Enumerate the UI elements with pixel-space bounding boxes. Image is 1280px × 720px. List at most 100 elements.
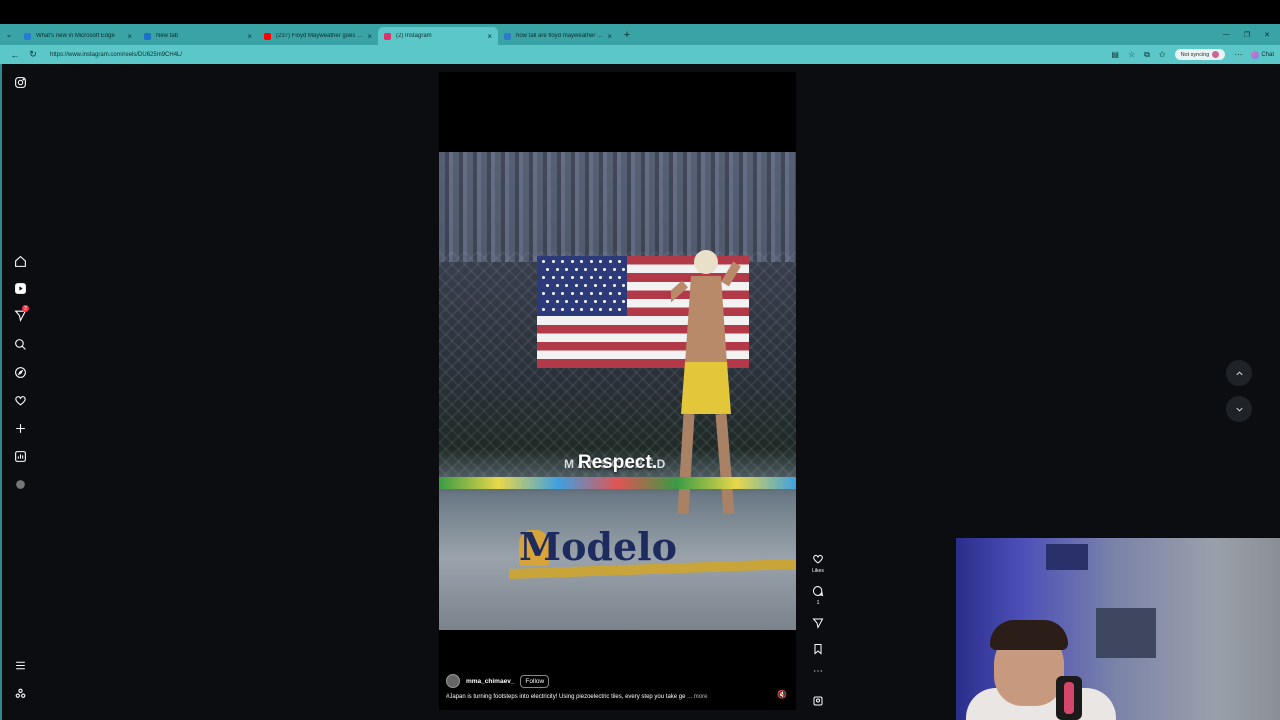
reels-icon[interactable]: [13, 281, 27, 295]
flag-star: [608, 260, 612, 263]
flag-star: [612, 268, 616, 271]
instagram-logo-icon[interactable]: [13, 75, 27, 89]
flag-star: [551, 292, 555, 295]
wall-poster: [1046, 544, 1088, 570]
comments-count: 1: [816, 600, 820, 606]
new-tab-button[interactable]: +: [618, 29, 636, 41]
extensions-icon[interactable]: ⧉: [1144, 50, 1150, 60]
meta-threads-icon[interactable]: [13, 686, 27, 700]
dashboard-icon[interactable]: [13, 449, 27, 463]
window-controls: — ❐ ✕: [1223, 31, 1280, 39]
flag-star: [542, 308, 545, 311]
banner-text: Modelo: [519, 524, 677, 569]
flag-star: [580, 260, 583, 263]
flag-star: [593, 268, 597, 271]
flag-star: [608, 276, 612, 279]
save-button[interactable]: [808, 642, 828, 660]
reel-player[interactable]: MANSCAPED Modelo Respect.: [439, 72, 796, 710]
profile-avatar-icon[interactable]: [13, 477, 27, 491]
flag-star: [551, 308, 555, 311]
flag-star: [565, 300, 568, 303]
reel-description: #Japan is turning footsteps into electri…: [446, 694, 791, 700]
messages-icon[interactable]: 2: [13, 305, 29, 322]
flag-star: [584, 268, 587, 271]
flag-star: [570, 260, 574, 263]
refresh-icon[interactable]: ↻: [24, 49, 42, 60]
flag-star: [608, 292, 612, 295]
flag-star: [618, 292, 621, 295]
like-button[interactable]: Likes: [808, 552, 828, 574]
flag-star: [551, 260, 555, 263]
bookmark-icon: [814, 644, 822, 655]
menu-icon[interactable]: [13, 658, 27, 672]
comment-button[interactable]: 1: [808, 584, 828, 606]
flag-star: [622, 300, 625, 303]
flag-star: [584, 284, 587, 287]
home-icon[interactable]: [13, 254, 27, 268]
chevron-up-icon: [1235, 370, 1243, 375]
flag-star: [565, 268, 568, 271]
author-username[interactable]: mma_chimaev_: [466, 678, 514, 685]
search-icon[interactable]: [13, 337, 27, 351]
url-field[interactable]: https://www.instagram.com/reels/DU625m9C…: [50, 52, 1111, 58]
screen-top-bar: [0, 0, 1280, 24]
tab-actions-icon[interactable]: ⌄: [0, 24, 18, 45]
flag-star: [603, 284, 606, 287]
create-plus-icon[interactable]: [13, 421, 27, 435]
flag-star: [565, 284, 568, 287]
flag-star: [555, 284, 559, 287]
favorite-star-icon[interactable]: ☆: [1128, 50, 1135, 59]
flag-star: [603, 300, 606, 303]
audio-thumbnail-button[interactable]: [808, 694, 828, 712]
flag-star: [608, 308, 612, 311]
flag-star: [542, 260, 545, 263]
flag-star: [561, 276, 564, 279]
notifications-heart-icon[interactable]: [13, 393, 27, 407]
tab-edge-news[interactable]: What's new in Microsoft Edge ×: [18, 27, 138, 45]
reader-icon[interactable]: ▤: [1111, 50, 1119, 59]
tab-new-tab[interactable]: New tab ×: [138, 27, 258, 45]
tab-youtube[interactable]: (237) Floyd Mayweather goes too ×: [258, 27, 378, 45]
flag-star: [574, 284, 578, 287]
more-options-icon[interactable]: ⋯: [808, 666, 828, 677]
likes-label: Likes: [812, 568, 824, 574]
author-avatar[interactable]: [446, 674, 460, 688]
close-icon[interactable]: ×: [487, 32, 492, 41]
close-icon[interactable]: ×: [127, 32, 132, 41]
tab-title: how tall are floyd mayweather - S: [516, 33, 604, 39]
close-icon[interactable]: ×: [247, 32, 252, 41]
microphone: [1056, 676, 1082, 720]
address-bar-actions: ▤ ☆ ⧉ ✩ Not syncing ⋯ Chat: [1111, 49, 1274, 60]
sync-label: Not syncing: [1180, 51, 1210, 58]
copilot-chat-button[interactable]: Chat: [1251, 50, 1274, 59]
close-window-icon[interactable]: ✕: [1264, 31, 1270, 39]
reel-video[interactable]: MANSCAPED Modelo Respect.: [439, 152, 796, 630]
flag-star: [622, 284, 625, 287]
tab-instagram[interactable]: (2) Instagram ×: [378, 27, 498, 45]
restore-icon[interactable]: ❐: [1244, 31, 1250, 39]
share-button[interactable]: [808, 616, 828, 634]
flag-star: [618, 308, 621, 311]
more-icon[interactable]: ⋯: [1234, 50, 1242, 59]
more-link[interactable]: ... more: [687, 694, 707, 700]
flag-star: [546, 268, 549, 271]
follow-button[interactable]: Follow: [520, 674, 550, 688]
profile-avatar: [1212, 51, 1220, 58]
flag-star: [589, 260, 593, 263]
back-icon[interactable]: ←: [6, 50, 24, 60]
flag-star: [542, 292, 545, 295]
next-reel-button[interactable]: [1226, 396, 1252, 422]
mute-icon[interactable]: 🔇: [777, 690, 787, 700]
minimize-icon[interactable]: —: [1223, 31, 1230, 39]
flag-star: [570, 308, 574, 311]
favorites-icon[interactable]: ✩: [1159, 50, 1166, 59]
close-icon[interactable]: ×: [607, 32, 612, 41]
previous-reel-button[interactable]: [1226, 360, 1252, 386]
crowd-background: [439, 152, 796, 262]
comment-icon: [812, 585, 824, 597]
tab-search[interactable]: how tall are floyd mayweather - S ×: [498, 27, 618, 45]
explore-icon[interactable]: [13, 365, 27, 379]
profile-sync-button[interactable]: Not syncing: [1174, 49, 1226, 60]
edge-icon: [24, 32, 31, 40]
close-icon[interactable]: ×: [367, 32, 372, 41]
